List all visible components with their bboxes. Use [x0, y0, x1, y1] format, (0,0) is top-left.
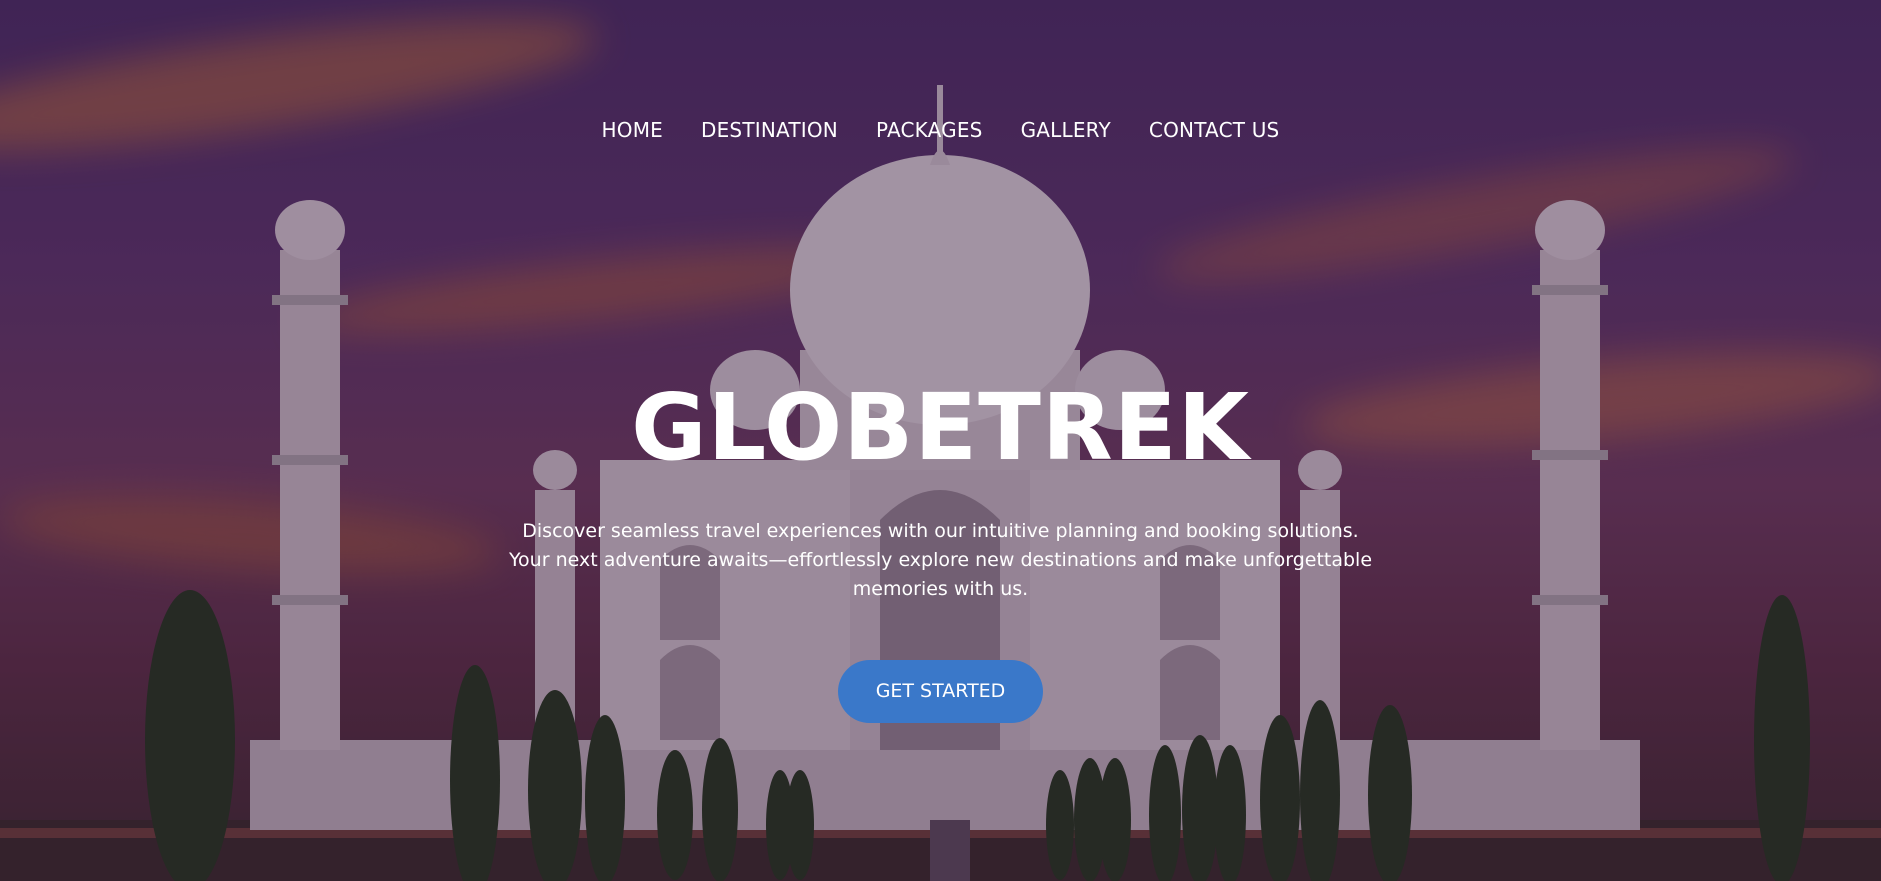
nav-link-destination[interactable]: DESTINATION — [701, 118, 838, 142]
site-title: GLOBETREK — [631, 374, 1250, 481]
hero-tagline: Discover seamless travel experiences wit… — [508, 519, 1373, 600]
hero-section: HOME DESTINATION PACKAGES GALLERY CONTAC… — [0, 0, 1881, 881]
nav-link-packages[interactable]: PACKAGES — [876, 118, 983, 142]
nav-link-gallery[interactable]: GALLERY — [1021, 118, 1111, 142]
main-navigation: HOME DESTINATION PACKAGES GALLERY CONTAC… — [0, 118, 1881, 142]
nav-link-contact-us[interactable]: CONTACT US — [1149, 118, 1280, 142]
get-started-button[interactable]: GET STARTED — [838, 659, 1043, 723]
hero-content: GLOBETREK Discover seamless travel exper… — [0, 374, 1881, 723]
nav-link-home[interactable]: HOME — [602, 118, 663, 142]
